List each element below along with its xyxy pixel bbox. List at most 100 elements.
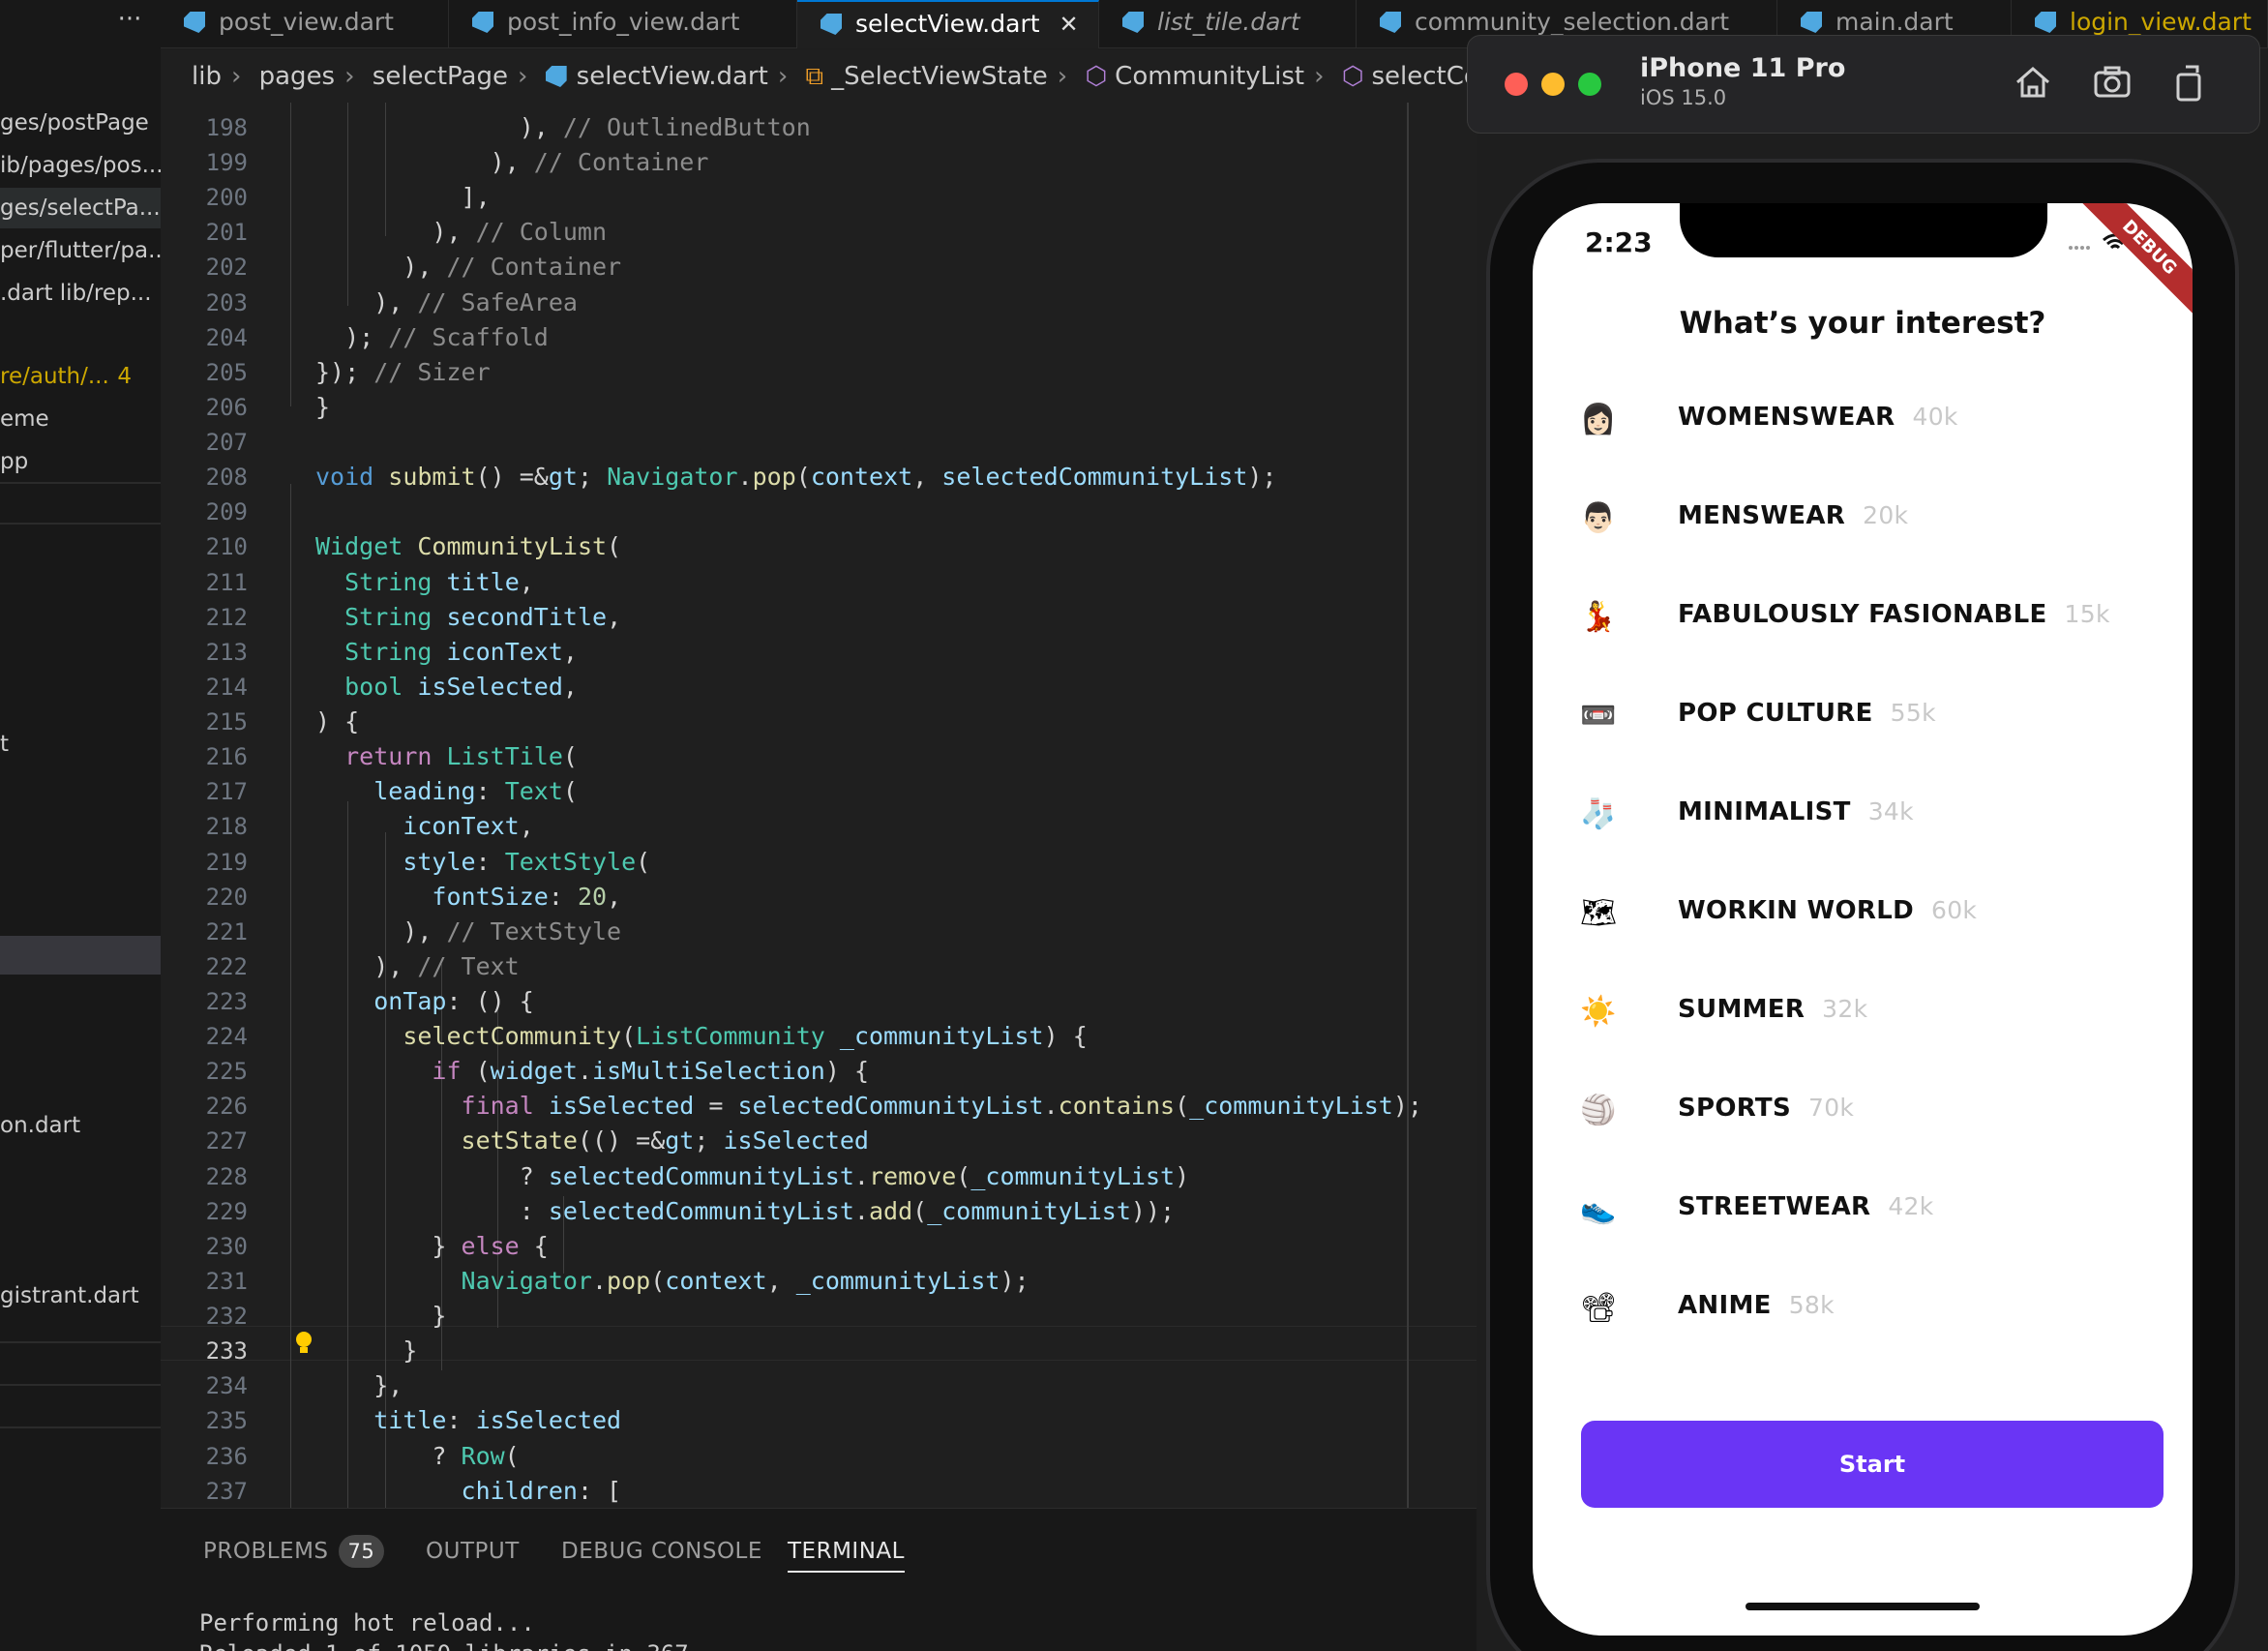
explorer-item[interactable]: gistrant.dart (0, 1276, 161, 1316)
tab-post-view[interactable]: post_view.dart (161, 0, 449, 48)
interest-item[interactable]: ☀️ SUMMER 32k (1533, 962, 2193, 1061)
tab-terminal[interactable]: TERMINAL (788, 1530, 905, 1573)
line-number: 213 (205, 638, 248, 666)
interest-title-text: STREETWEAR (1678, 1192, 1871, 1221)
interest-title: MINIMALIST 34k (1678, 797, 1914, 826)
code-line: bool isSelected, (344, 672, 578, 701)
interest-item[interactable]: 🏐 SPORTS 70k (1533, 1061, 2193, 1159)
tab-post-info-view[interactable]: post_info_view.dart (449, 0, 797, 48)
dart-file-icon (1380, 12, 1401, 33)
code-line: ), // Text (315, 951, 520, 980)
breadcrumb-item[interactable]: selectPage (373, 62, 508, 91)
screenshot-icon[interactable] (2091, 61, 2134, 104)
explorer-item[interactable]: t (0, 724, 161, 765)
explorer-item[interactable]: pp (0, 441, 161, 482)
interest-count: 20k (1863, 501, 1909, 529)
close-icon[interactable]: ✕ (1059, 11, 1079, 38)
interest-title: STREETWEAR 42k (1678, 1192, 1934, 1221)
explorer-item[interactable]: on.dart (0, 1105, 161, 1146)
interest-item[interactable]: 📼 POP CULTURE 55k (1533, 666, 2193, 765)
explorer-item-label: eme (0, 406, 49, 432)
method-symbol-icon: ⬡ (1085, 62, 1108, 91)
line-number: 216 (205, 743, 248, 771)
interest-count: 40k (1912, 403, 1958, 431)
line-number: 212 (205, 603, 248, 631)
code-line: title: isSelected (373, 1406, 622, 1435)
dart-file-icon (821, 14, 842, 35)
line-number: 221 (205, 917, 248, 946)
breadcrumb-item[interactable]: CommunityList (1115, 62, 1304, 91)
interest-item[interactable]: 🗺 WORKIN WORLD 60k (1533, 863, 2193, 962)
line-number: 205 (205, 358, 248, 386)
code-line: }); // Sizer (315, 357, 491, 386)
zoom-window-button[interactable] (1578, 73, 1601, 96)
line-number: 235 (205, 1407, 248, 1435)
interest-emoji-icon: 🗺 (1579, 896, 1618, 930)
explorer-item[interactable]: .dart lib/rep... (0, 273, 161, 314)
tab-list-tile[interactable]: list_tile.dart (1099, 0, 1357, 48)
status-time: 2:23 (1585, 226, 1653, 258)
code-line: } (315, 1336, 418, 1366)
lightbulb-icon[interactable] (294, 1330, 313, 1357)
interest-emoji-icon: 👨🏻 (1580, 501, 1617, 535)
close-window-button[interactable] (1505, 73, 1528, 96)
tab-output[interactable]: OUTPUT (426, 1530, 520, 1573)
interest-emoji-icon: 🧦 (1580, 797, 1617, 831)
code-line: children: [ (461, 1476, 622, 1505)
breadcrumb-item[interactable]: selectComm (1371, 62, 1477, 91)
line-number: 211 (205, 568, 248, 596)
interest-item[interactable]: 💃 FABULOUSLY FASIONABLE 15k (1533, 567, 2193, 666)
method-symbol-icon: ⬡ (1341, 62, 1364, 91)
tab-problems[interactable]: PROBLEMS 75 (203, 1530, 385, 1573)
divider (0, 482, 161, 484)
line-number: 226 (205, 1093, 248, 1121)
line-number: 231 (205, 1267, 248, 1295)
explorer-item[interactable]: per/flutter/pa... (0, 230, 161, 271)
explorer-item[interactable]: eme (0, 399, 161, 439)
interest-count: 70k (1808, 1094, 1855, 1122)
breadcrumb: lib › pages › selectPage › selectView.dart ›… (161, 50, 1477, 103)
home-indicator (1746, 1603, 1980, 1610)
explorer-item-label: re/auth/... (0, 364, 109, 389)
chevron-right-icon: › (517, 62, 528, 91)
code-line: String secondTitle, (344, 602, 622, 631)
explorer-item[interactable]: ges/selectPa... (0, 188, 161, 228)
explorer-item-label: ib/pages/pos... (0, 153, 161, 178)
explorer-item-label: per/flutter/pa... (0, 238, 161, 263)
interest-item[interactable]: 👨🏻 MENSWEAR 20k (1533, 468, 2193, 567)
line-number: 225 (205, 1058, 248, 1086)
code-editor[interactable]: 198 ), // OutlinedButton 199 ), // Contai… (161, 103, 1477, 1508)
interest-emoji-icon: 👩🏻 (1580, 403, 1617, 436)
tab-select-view[interactable]: selectView.dart ✕ (797, 0, 1099, 48)
rotate-icon[interactable] (2168, 61, 2211, 104)
start-button[interactable]: Start (1581, 1421, 2164, 1508)
explorer-item[interactable]: re/auth/... 4 (0, 356, 161, 397)
breadcrumb-item[interactable]: lib (192, 62, 222, 91)
home-icon[interactable] (2012, 61, 2054, 104)
line-number: 223 (205, 988, 248, 1015)
interest-item[interactable]: 📽 ANIME 58k (1533, 1258, 2193, 1357)
breadcrumb-item[interactable]: pages (259, 62, 335, 91)
interest-item[interactable]: 🧦 MINIMALIST 34k (1533, 765, 2193, 863)
minimize-window-button[interactable] (1541, 73, 1565, 96)
screen-root: ··· ges/postPage ib/pages/pos... ges/sel… (0, 0, 2268, 1651)
indent-guide (290, 484, 291, 1508)
tab-debug-console[interactable]: DEBUG CONSOLE (561, 1530, 762, 1573)
code-line: ], (315, 183, 491, 212)
explorer-item[interactable]: ges/postPage (0, 103, 161, 143)
interest-title: MENSWEAR 20k (1678, 501, 1908, 530)
interest-item[interactable]: 👩🏻 WOMENSWEAR 40k (1533, 370, 2193, 468)
interest-count: 32k (1822, 995, 1868, 1023)
device-name: iPhone 11 Pro (1640, 53, 1846, 83)
dart-file-icon (1122, 12, 1144, 33)
tab-label: PROBLEMS (203, 1539, 329, 1564)
breadcrumb-item[interactable]: _SelectViewState (831, 62, 1048, 91)
explorer-item[interactable]: ib/pages/pos... (0, 145, 161, 186)
more-actions-icon[interactable]: ··· (99, 0, 161, 48)
line-number: 200 (205, 184, 248, 212)
interest-item[interactable]: 👟 STREETWEAR 42k (1533, 1159, 2193, 1258)
breadcrumb-item[interactable]: selectView.dart (577, 62, 768, 91)
interest-emoji-icon: 🏐 (1580, 1094, 1617, 1127)
line-number: 233 (205, 1337, 248, 1366)
dart-file-icon (545, 66, 567, 87)
